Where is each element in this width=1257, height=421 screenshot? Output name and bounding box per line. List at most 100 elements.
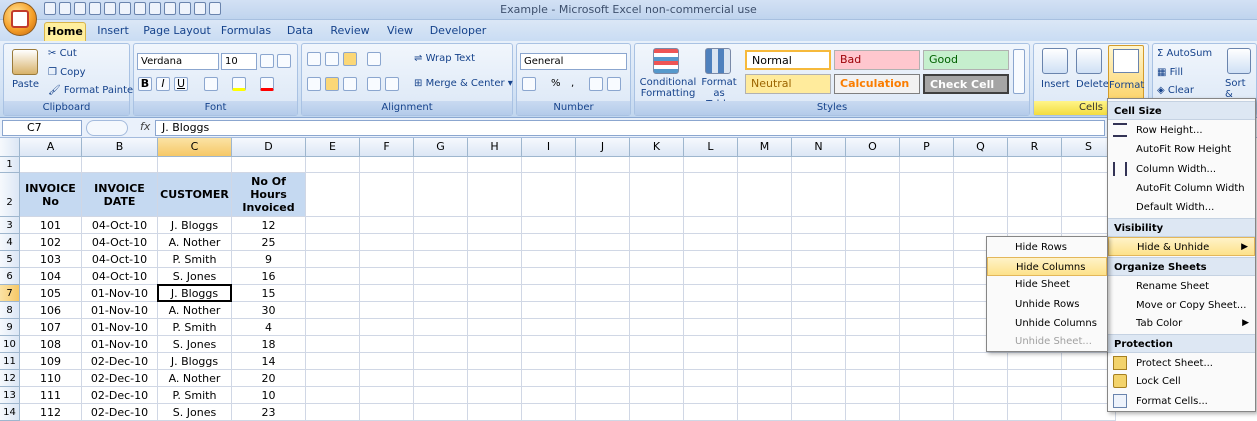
menu-protect-sheet[interactable]: Protect Sheet... — [1108, 354, 1255, 373]
cell-q11[interactable] — [954, 353, 1008, 370]
style-normal[interactable]: Normal — [745, 50, 831, 70]
cell-e5[interactable] — [306, 251, 360, 268]
cell-k11[interactable] — [630, 353, 684, 370]
cell-n1[interactable] — [792, 157, 846, 173]
cell-b2[interactable]: INVOICE DATE — [82, 173, 158, 217]
cell-k3[interactable] — [630, 217, 684, 234]
cell-c3[interactable]: J. Bloggs — [158, 217, 232, 234]
copy-button[interactable]: ❐ Copy — [48, 67, 86, 78]
cell-b1[interactable] — [82, 157, 158, 173]
align-top-icon[interactable] — [307, 52, 321, 66]
cell-l6[interactable] — [684, 268, 738, 285]
cell-m3[interactable] — [738, 217, 792, 234]
cell-p10[interactable] — [900, 336, 954, 353]
cell-n8[interactable] — [792, 302, 846, 319]
cell-d5[interactable]: 9 — [232, 251, 306, 268]
orientation-icon[interactable] — [367, 52, 381, 66]
cell-l7[interactable] — [684, 285, 738, 302]
cell-c5[interactable]: P. Smith — [158, 251, 232, 268]
cell-i6[interactable] — [522, 268, 576, 285]
column-header-r[interactable]: R — [1008, 138, 1062, 157]
cell-i9[interactable] — [522, 319, 576, 336]
cell-l2[interactable] — [684, 173, 738, 217]
cell-h3[interactable] — [468, 217, 522, 234]
cell-j9[interactable] — [576, 319, 630, 336]
cell-k4[interactable] — [630, 234, 684, 251]
insert-cells-button[interactable]: Insert — [1041, 79, 1070, 90]
cell-e1[interactable] — [306, 157, 360, 173]
menu-hide-sheet[interactable]: Hide Sheet — [987, 275, 1107, 294]
cell-o12[interactable] — [846, 370, 900, 387]
cell-f5[interactable] — [360, 251, 414, 268]
cell-g5[interactable] — [414, 251, 468, 268]
cell-e10[interactable] — [306, 336, 360, 353]
cell-j8[interactable] — [576, 302, 630, 319]
cut-button[interactable]: ✂ Cut — [48, 48, 77, 59]
cell-c6[interactable]: S. Jones — [158, 268, 232, 285]
cell-m7[interactable] — [738, 285, 792, 302]
cell-l12[interactable] — [684, 370, 738, 387]
cell-e13[interactable] — [306, 387, 360, 404]
cell-o6[interactable] — [846, 268, 900, 285]
cell-g8[interactable] — [414, 302, 468, 319]
cell-n11[interactable] — [792, 353, 846, 370]
cell-k9[interactable] — [630, 319, 684, 336]
cell-a6[interactable]: 104 — [20, 268, 82, 285]
cell-f14[interactable] — [360, 404, 414, 421]
cell-n13[interactable] — [792, 387, 846, 404]
cell-p1[interactable] — [900, 157, 954, 173]
cell-d7[interactable]: 15 — [232, 285, 306, 302]
cell-i13[interactable] — [522, 387, 576, 404]
cell-f11[interactable] — [360, 353, 414, 370]
cell-o4[interactable] — [846, 234, 900, 251]
formula-bar-expander[interactable] — [86, 120, 128, 136]
column-header-k[interactable]: K — [630, 138, 684, 157]
cell-a1[interactable] — [20, 157, 82, 173]
column-header-g[interactable]: G — [414, 138, 468, 157]
cell-p4[interactable] — [900, 234, 954, 251]
cell-n5[interactable] — [792, 251, 846, 268]
row-header-13[interactable]: 13 — [0, 387, 20, 404]
cell-h14[interactable] — [468, 404, 522, 421]
tab-data[interactable]: Data — [283, 22, 317, 41]
menu-hide-rows[interactable]: Hide Rows — [987, 238, 1107, 257]
style-bad[interactable]: Bad — [834, 50, 920, 70]
cell-h13[interactable] — [468, 387, 522, 404]
cell-g3[interactable] — [414, 217, 468, 234]
cell-l8[interactable] — [684, 302, 738, 319]
cell-g7[interactable] — [414, 285, 468, 302]
cell-k13[interactable] — [630, 387, 684, 404]
cell-d9[interactable]: 4 — [232, 319, 306, 336]
office-button[interactable] — [3, 2, 37, 36]
row-header-1[interactable]: 1 — [0, 157, 20, 173]
row-header-8[interactable]: 8 — [0, 302, 20, 319]
wrap-text-button[interactable]: ⇌ Wrap Text — [414, 53, 475, 64]
cell-f4[interactable] — [360, 234, 414, 251]
cell-q13[interactable] — [954, 387, 1008, 404]
cell-b5[interactable]: 04-Oct-10 — [82, 251, 158, 268]
cell-r13[interactable] — [1008, 387, 1062, 404]
column-header-q[interactable]: Q — [954, 138, 1008, 157]
column-header-p[interactable]: P — [900, 138, 954, 157]
cell-c10[interactable]: S. Jones — [158, 336, 232, 353]
cell-r2[interactable] — [1008, 173, 1062, 217]
cell-o8[interactable] — [846, 302, 900, 319]
cell-p14[interactable] — [900, 404, 954, 421]
formula-input[interactable]: J. Bloggs — [155, 120, 1105, 136]
cell-c11[interactable]: J. Bloggs — [158, 353, 232, 370]
row-header-5[interactable]: 5 — [0, 251, 20, 268]
tab-page-layout[interactable]: Page Layout — [143, 22, 211, 41]
cell-m10[interactable] — [738, 336, 792, 353]
cell-g12[interactable] — [414, 370, 468, 387]
cell-n9[interactable] — [792, 319, 846, 336]
row-header-3[interactable]: 3 — [0, 217, 20, 234]
cell-o9[interactable] — [846, 319, 900, 336]
cell-f3[interactable] — [360, 217, 414, 234]
cell-f13[interactable] — [360, 387, 414, 404]
cell-q1[interactable] — [954, 157, 1008, 173]
cell-j2[interactable] — [576, 173, 630, 217]
font-name-select[interactable]: Verdana — [137, 53, 219, 70]
cell-d3[interactable]: 12 — [232, 217, 306, 234]
column-header-j[interactable]: J — [576, 138, 630, 157]
align-bottom-icon[interactable] — [343, 52, 357, 66]
